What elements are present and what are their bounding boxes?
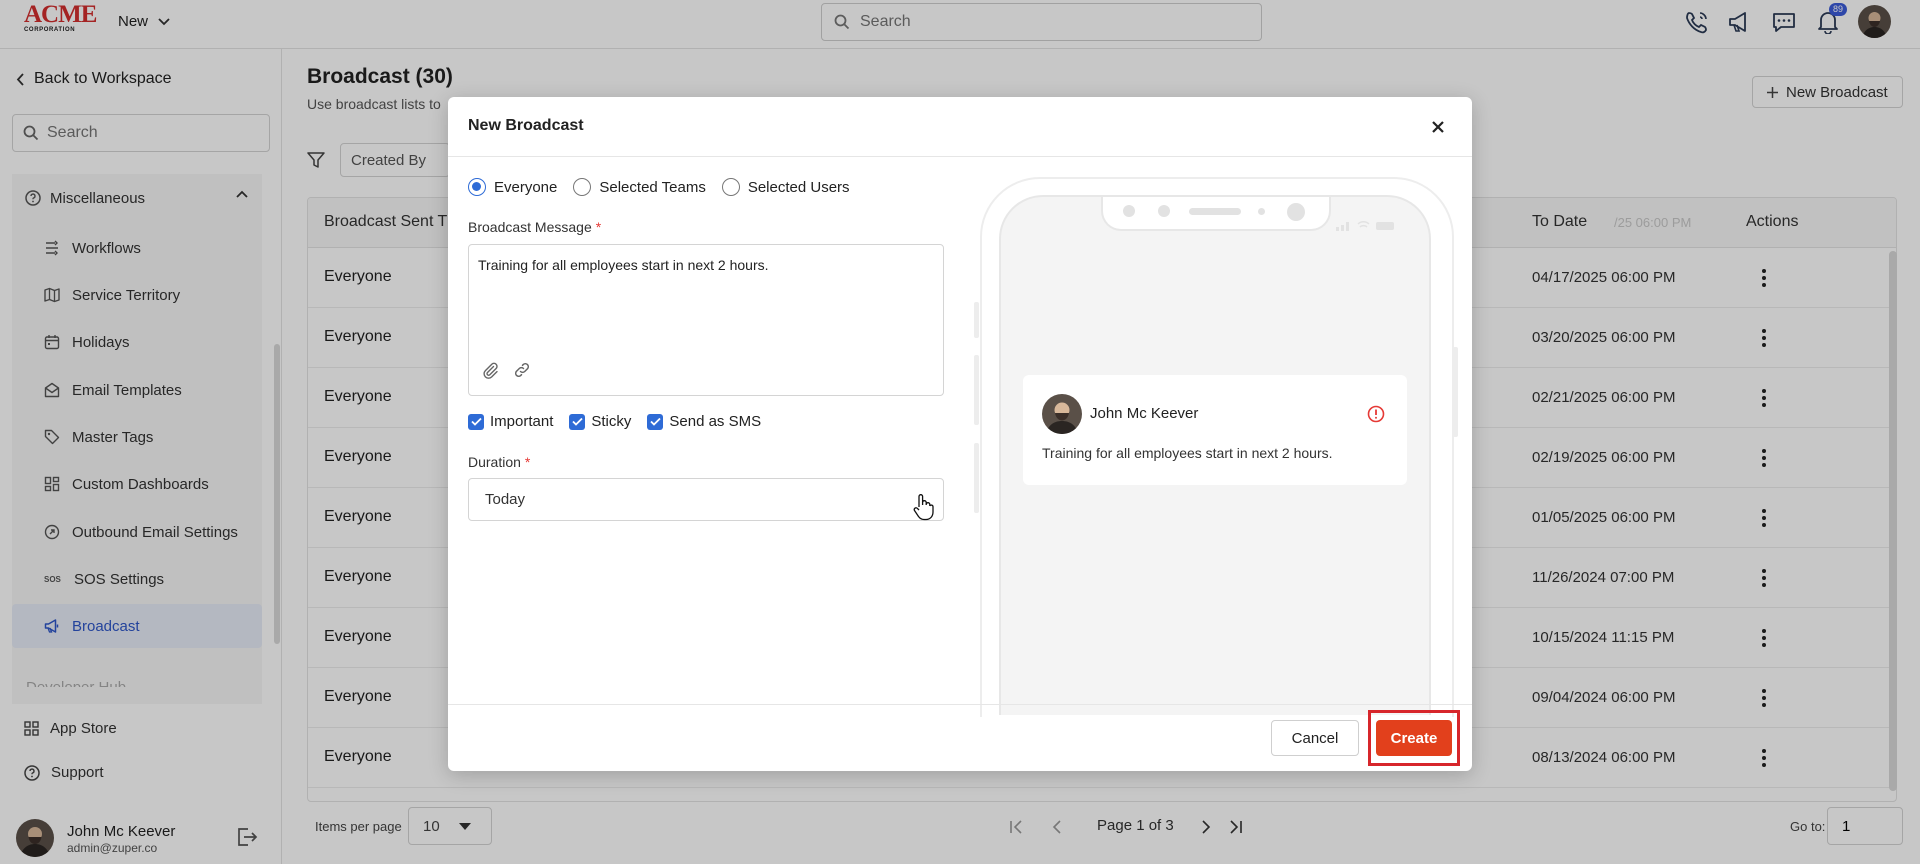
message-label-text: Broadcast Message — [468, 219, 592, 235]
message-toolbar — [481, 361, 531, 379]
duration-value: Today — [485, 491, 526, 508]
checkbox-label: Sticky — [591, 413, 632, 430]
checkbox-indicator[interactable] — [647, 413, 664, 430]
notification-sender: John Mc Keever — [1090, 405, 1199, 422]
checkbox-sticky[interactable]: Sticky — [569, 413, 631, 430]
check-icon — [572, 417, 583, 426]
radio-everyone[interactable]: Everyone — [468, 178, 557, 196]
notification-card: John Mc Keever Training for all employee… — [1023, 375, 1407, 485]
broadcast-message-textarea[interactable]: Training for all employees start in next… — [468, 244, 944, 396]
options-checkbox-group: Important Sticky Send as SMS — [468, 413, 761, 430]
checkbox-send-as-sms[interactable]: Send as SMS — [647, 413, 761, 430]
checkbox-indicator[interactable] — [468, 413, 484, 430]
radio-label: Selected Teams — [599, 178, 706, 196]
hand-cursor-icon — [913, 494, 934, 521]
phone-volume-button — [974, 302, 979, 338]
required-mark: * — [595, 219, 602, 235]
check-icon — [470, 417, 482, 426]
phone-preview: John Mc Keever Training for all employee… — [974, 177, 1458, 717]
phone-notch — [1101, 197, 1331, 231]
dialog-title: New Broadcast — [468, 117, 584, 134]
signal-icon — [1336, 221, 1394, 231]
close-icon[interactable] — [1428, 117, 1448, 137]
checkbox-indicator[interactable] — [569, 413, 586, 430]
dialog-footer: Cancel Create — [448, 704, 1472, 771]
phone-volume-button — [974, 443, 979, 513]
check-icon — [650, 417, 661, 426]
avatar — [1042, 394, 1082, 434]
message-text: Training for all employees start in next… — [478, 257, 769, 273]
phone-screen: John Mc Keever Training for all employee… — [999, 195, 1431, 715]
alert-circle-icon — [1367, 405, 1385, 423]
paperclip-icon[interactable] — [481, 361, 499, 379]
message-field-label: Broadcast Message * — [468, 219, 601, 235]
radio-indicator[interactable] — [468, 178, 486, 196]
link-icon[interactable] — [513, 361, 531, 379]
recipient-radio-group: Everyone Selected Teams Selected Users — [468, 178, 850, 196]
radio-label: Everyone — [494, 178, 558, 196]
phone-volume-button — [974, 355, 979, 425]
notification-message: Training for all employees start in next… — [1042, 445, 1333, 461]
duration-field-label: Duration * — [468, 454, 530, 470]
checkbox-important[interactable]: Important — [468, 413, 553, 430]
radio-selected-teams[interactable]: Selected Teams — [573, 178, 706, 196]
create-button[interactable]: Create — [1376, 720, 1452, 756]
checkbox-label: Important — [490, 413, 554, 430]
radio-indicator[interactable] — [573, 178, 592, 196]
required-mark: * — [524, 454, 531, 470]
new-broadcast-dialog: New Broadcast Everyone Selected Teams Se… — [448, 97, 1472, 771]
radio-selected-users[interactable]: Selected Users — [721, 178, 850, 196]
duration-label-text: Duration — [468, 454, 521, 470]
duration-select[interactable]: Today — [468, 478, 944, 521]
create-button-highlight: Create — [1368, 710, 1460, 766]
radio-indicator[interactable] — [721, 178, 740, 196]
dialog-header: New Broadcast — [448, 97, 1472, 157]
cancel-button[interactable]: Cancel — [1271, 720, 1359, 756]
checkbox-label: Send as SMS — [669, 413, 762, 430]
radio-label: Selected Users — [747, 178, 850, 196]
